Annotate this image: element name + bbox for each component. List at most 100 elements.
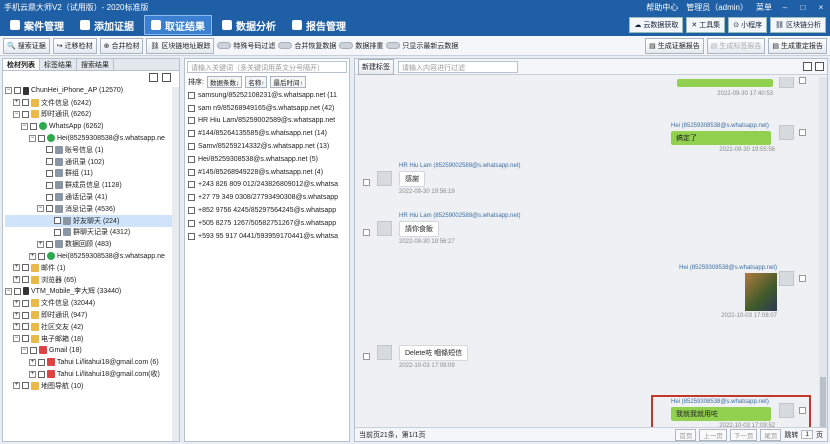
expand-icon[interactable]: +	[13, 264, 20, 272]
message-checkbox[interactable]	[799, 275, 806, 282]
toggle-switch[interactable]	[339, 42, 354, 49]
contact-checkbox[interactable]	[188, 168, 195, 176]
toggle-switch[interactable]	[217, 42, 232, 49]
tree-checkbox[interactable]	[54, 217, 61, 225]
mini-program-button[interactable]: ⊙ 小程序	[728, 17, 768, 33]
dedupe-toggle[interactable]: 数据排重	[339, 41, 383, 51]
tree-checkbox[interactable]	[46, 181, 53, 189]
expand-icon[interactable]: +	[29, 358, 36, 366]
tree-checkbox[interactable]	[14, 287, 21, 295]
collapse-all-icon[interactable]	[162, 73, 171, 82]
contact-item[interactable]: samsung/85252108231@s.whatsapp.net (11	[185, 89, 349, 102]
tree-node[interactable]: 通讯录 (102)	[5, 156, 179, 168]
blockchain-trace-button[interactable]: ⛓ 区块链地址跟踪	[146, 37, 215, 54]
tree-node[interactable]: − Hei(85259308538@s.whatsapp.ne	[5, 132, 179, 144]
tree-checkbox[interactable]	[46, 146, 53, 154]
contact-item[interactable]: +27 79 349 0308/27793490308@s.whatsapp	[185, 191, 349, 204]
menu-add-evidence[interactable]: 添加证据	[74, 15, 140, 35]
evidence-report-button[interactable]: ▤ 生成证据报告	[645, 37, 704, 54]
tree-node[interactable]: 通话记录 (41)	[5, 191, 179, 203]
tree-checkbox[interactable]	[22, 382, 29, 390]
contact-item[interactable]: +852 9756 4245/85297564245@s.whatsapp	[185, 204, 349, 217]
tree-checkbox[interactable]	[54, 228, 61, 236]
migrate-material-button[interactable]: ↪ 迁移检材	[52, 37, 97, 54]
expand-icon[interactable]: +	[29, 252, 36, 260]
tree-checkbox[interactable]	[22, 264, 29, 272]
contact-item[interactable]: +505 8275 1267/50582751267@s.whatsapp	[185, 217, 349, 230]
expand-all-icon[interactable]	[149, 73, 158, 82]
contact-checkbox[interactable]	[188, 104, 195, 112]
tree-checkbox[interactable]	[30, 122, 37, 130]
contact-item[interactable]: Samv/85259214332@s.whatsapp.net (13)	[185, 140, 349, 153]
tree-checkbox[interactable]	[46, 193, 53, 201]
special-number-filter-toggle[interactable]: 特殊号码过滤	[217, 41, 275, 51]
tree-node[interactable]: 账号信息 (1)	[5, 144, 179, 156]
tree-node[interactable]: + 浏览器 (65)	[5, 274, 179, 286]
tree-node[interactable]: − 即时通讯 (6262)	[5, 109, 179, 121]
tree-node[interactable]: − 电子邮箱 (18)	[5, 333, 179, 345]
contact-item[interactable]: sam n9/85268949165@s.whatsapp.net (42)	[185, 102, 349, 115]
sort-by-time-button[interactable]: 最后时间↑	[270, 76, 306, 88]
tree-node[interactable]: + 社区交友 (42)	[5, 321, 179, 333]
contact-checkbox[interactable]	[188, 155, 195, 163]
tree-checkbox[interactable]	[22, 99, 29, 107]
tree-scrollbar[interactable]	[172, 87, 179, 441]
expand-icon[interactable]: +	[13, 323, 20, 331]
message-checkbox[interactable]	[363, 179, 370, 186]
chat-filter-input[interactable]: 请输入内容进行过滤	[398, 60, 518, 73]
tree-node[interactable]: + 邮件 (1)	[5, 262, 179, 274]
tree-node[interactable]: + 即时通讯 (947)	[5, 309, 179, 321]
tree-checkbox[interactable]	[22, 323, 29, 331]
tree-checkbox[interactable]	[46, 158, 53, 166]
chat-scrollbar[interactable]	[819, 77, 827, 429]
tree-checkbox[interactable]	[30, 346, 37, 354]
first-page-button[interactable]: 首页	[675, 428, 697, 441]
collapse-icon[interactable]: −	[13, 335, 20, 343]
tab-material-list[interactable]: 检材列表	[3, 59, 40, 70]
tree-node[interactable]: − 消息记录 (4536)	[5, 203, 179, 215]
contact-item[interactable]: Hei/85259308538@s.whatsapp.net (5)	[185, 153, 349, 166]
tree-node[interactable]: + 文件信息 (32044)	[5, 297, 179, 309]
reset-report-button[interactable]: ▤ 生成重定报告	[768, 37, 827, 54]
tree-node[interactable]: + Tahui Li/litahui18@gmail.com (6)	[5, 356, 179, 368]
tree-node[interactable]: + 数据回顾 (483)	[5, 238, 179, 250]
merge-recovered-toggle[interactable]: 合并恢复数据	[278, 41, 336, 51]
tag-report-button[interactable]: ▤ 生成标签报告	[706, 37, 766, 54]
cloud-data-button[interactable]: ☁ 云数据获取	[629, 17, 684, 33]
contact-checkbox[interactable]	[188, 194, 195, 202]
expand-icon[interactable]: +	[13, 276, 20, 284]
user-label[interactable]: 管理员（admin）	[686, 2, 748, 13]
scroll-thumb[interactable]	[820, 377, 826, 427]
latest-cloud-toggle[interactable]: 只显示最新云数据	[386, 41, 458, 51]
contact-checkbox[interactable]	[188, 130, 195, 138]
expand-icon[interactable]: +	[13, 382, 20, 390]
next-page-button[interactable]: 下一页	[729, 428, 758, 441]
contact-checkbox[interactable]	[188, 232, 195, 240]
tree-checkbox[interactable]	[46, 240, 53, 248]
tree-node[interactable]: + 文件信息 (6242)	[5, 97, 179, 109]
prev-page-button[interactable]: 上一页	[699, 428, 727, 441]
chat-view-icon[interactable]	[815, 62, 824, 71]
contact-checkbox[interactable]	[188, 117, 195, 125]
tree-node[interactable]: + 地图导航 (10)	[5, 380, 179, 392]
list-view-icon[interactable]	[803, 62, 812, 71]
collapse-icon[interactable]: −	[5, 287, 12, 295]
collapse-icon[interactable]: −	[21, 122, 28, 130]
menu-evidence-results[interactable]: 取证结果	[144, 15, 212, 35]
tree-checkbox[interactable]	[46, 205, 53, 213]
image-attachment[interactable]	[745, 273, 777, 311]
toggle-switch[interactable]	[386, 42, 401, 49]
tab-tag-results[interactable]: 标签结果	[40, 59, 77, 70]
menu-data-analysis[interactable]: 数据分析	[216, 15, 282, 35]
contact-checkbox[interactable]	[188, 181, 195, 189]
contact-item[interactable]: #145/85268949228@s.whatsapp.net (4)	[185, 166, 349, 179]
tree-node[interactable]: + Tahui Li/litahui18@gmail.com(收)	[5, 368, 179, 380]
collapse-icon[interactable]: −	[37, 205, 44, 213]
contact-checkbox[interactable]	[188, 143, 195, 151]
new-tag-button[interactable]: 新建标签	[358, 58, 394, 75]
close-icon[interactable]: ×	[816, 3, 826, 12]
toolset-button[interactable]: ✕ 工具集	[686, 17, 726, 33]
tree-node[interactable]: − WhatsApp (6262)	[5, 120, 179, 132]
menu-report-management[interactable]: 报告管理	[286, 15, 352, 35]
tree-checkbox[interactable]	[38, 358, 45, 366]
